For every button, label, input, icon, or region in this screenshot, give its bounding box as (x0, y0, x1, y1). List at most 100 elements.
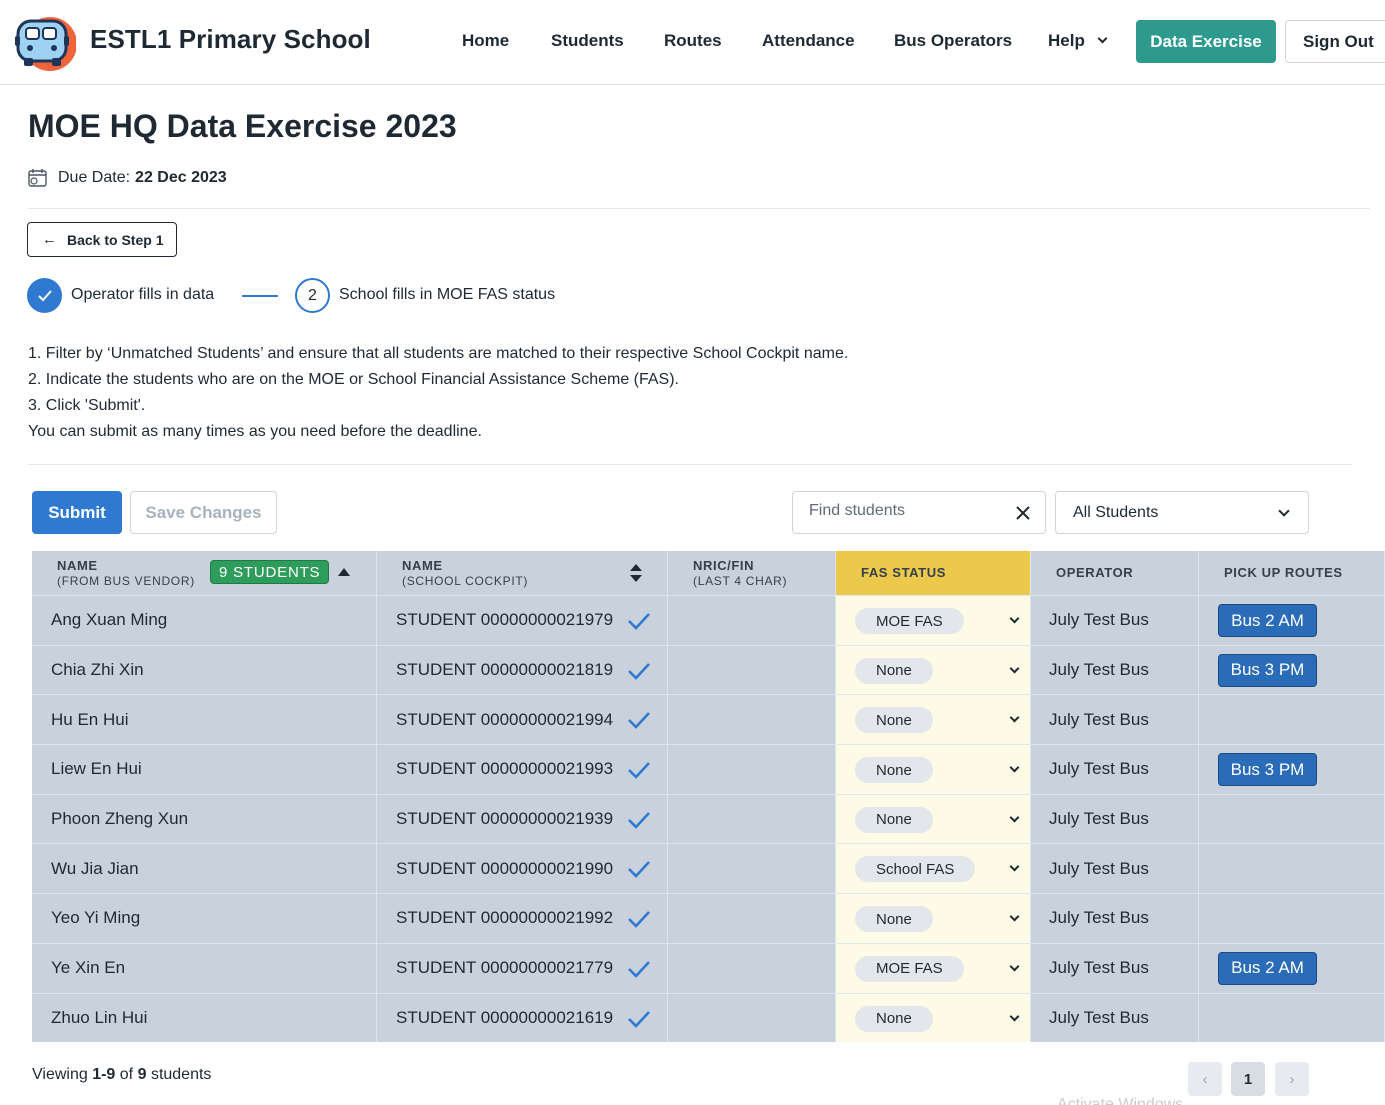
fas-status-select[interactable]: School FAS (855, 856, 976, 883)
next-page-button[interactable]: › (1275, 1062, 1309, 1096)
back-to-step-1-button[interactable]: ← Back to Step 1 (27, 222, 177, 257)
fas-status-select[interactable]: None (855, 806, 933, 833)
pickup-route-cell (1199, 844, 1385, 894)
fas-status-select[interactable]: None (855, 1005, 933, 1032)
fas-status-cell[interactable]: None (836, 695, 1031, 745)
fas-status-select[interactable]: None (855, 757, 933, 784)
students-table: NAME (FROM BUS VENDOR) 9 STUDENTS NAME (… (32, 551, 1385, 1043)
fas-status-cell[interactable]: None (836, 645, 1031, 695)
vendor-name: Ye Xin En (51, 958, 126, 978)
sort-ascending-icon[interactable] (338, 568, 350, 576)
close-icon[interactable] (1015, 505, 1031, 521)
fas-status-cell[interactable]: None (836, 745, 1031, 794)
pickup-route-cell: Bus 3 PM (1199, 745, 1385, 794)
nav-bus-operators[interactable]: Bus Operators (894, 31, 1012, 51)
fas-status-select[interactable]: None (855, 657, 933, 684)
route-button[interactable]: Bus 2 AM (1218, 951, 1317, 985)
student-filter-select[interactable]: All Students (1055, 491, 1309, 534)
fas-status-cell[interactable]: None (836, 794, 1031, 844)
vendor-name: Hu En Hui (51, 709, 129, 729)
chevron-down-icon[interactable] (1009, 861, 1020, 872)
chevron-down-icon[interactable] (1009, 961, 1020, 972)
step-2-label: School fills in MOE FAS status (339, 286, 556, 303)
col-header-cockpit-name[interactable]: NAME (SCHOOL COCKPIT) (377, 551, 668, 595)
instruction-line: 2. Indicate the students who are on the … (28, 371, 679, 388)
col-header-label: NAME (402, 558, 443, 573)
table-row: Yeo Yi Ming STUDENT 00000000021992 None Jul… (32, 893, 1385, 943)
chevron-down-icon (1097, 33, 1108, 44)
search-field (792, 491, 1046, 534)
chevron-down-icon[interactable] (1009, 762, 1020, 773)
stepper-connector (242, 295, 278, 297)
chevron-down-icon[interactable] (1009, 911, 1020, 922)
col-header-operator: OPERATOR (1031, 551, 1199, 595)
submit-button[interactable]: Submit (32, 491, 122, 534)
matched-checkmark-icon (628, 960, 650, 978)
school-bus-logo-icon[interactable] (12, 8, 76, 74)
pickup-route-cell: Bus 2 AM (1199, 943, 1385, 993)
step-1-complete-indicator (27, 278, 62, 313)
fas-status-select[interactable]: MOE FAS (855, 608, 964, 634)
vendor-name: Liew En Hui (51, 759, 142, 779)
chevron-down-icon[interactable] (1009, 663, 1020, 674)
matched-checkmark-icon (628, 613, 650, 630)
fas-status-cell[interactable]: School FAS (836, 844, 1031, 894)
filter-value: All Students (1073, 503, 1159, 521)
nav-home[interactable]: Home (462, 31, 509, 51)
sign-out-button[interactable]: Sign Out (1285, 20, 1385, 63)
search-input[interactable] (809, 502, 1009, 520)
col-header-sublabel: (FROM BUS VENDOR) (57, 574, 195, 588)
route-button[interactable]: Bus 3 PM (1218, 753, 1317, 787)
pickup-route-cell: Bus 2 AM (1199, 596, 1385, 645)
table-row: Wu Jia Jian STUDENT 00000000021990 School … (32, 843, 1385, 894)
previous-page-button[interactable]: ‹ (1188, 1062, 1222, 1096)
due-date-value: 22 Dec 2023 (135, 169, 227, 186)
fas-status-select[interactable]: None (855, 906, 933, 933)
pickup-route-cell (1199, 794, 1385, 844)
route-button[interactable]: Bus 2 AM (1218, 604, 1317, 637)
fas-status-cell[interactable]: None (836, 894, 1031, 943)
cockpit-name-cell: STUDENT 00000000021939 (377, 794, 668, 844)
vendor-name: Wu Jia Jian (51, 858, 139, 878)
operator-name: July Test Bus (1049, 1007, 1149, 1027)
chevron-down-icon[interactable] (1009, 712, 1020, 723)
col-header-label: NRIC/FIN (693, 558, 755, 573)
nric-cell (668, 745, 836, 794)
col-header-vendor-name[interactable]: NAME (FROM BUS VENDOR) 9 STUDENTS (32, 551, 377, 595)
operator-cell: July Test Bus (1031, 943, 1199, 993)
arrow-left-icon: ← (42, 231, 57, 248)
fas-status-cell[interactable]: MOE FAS (836, 943, 1031, 993)
chevron-down-icon[interactable] (1009, 613, 1020, 624)
chevron-down-icon[interactable] (1009, 1011, 1020, 1021)
nav-attendance[interactable]: Attendance (762, 31, 855, 51)
col-header-label: OPERATOR (1056, 565, 1134, 580)
vendor-name-cell: Hu En Hui (32, 695, 377, 745)
page-number-button[interactable]: 1 (1231, 1062, 1265, 1096)
nav-students[interactable]: Students (551, 31, 624, 51)
sort-icon[interactable] (629, 562, 643, 584)
vendor-name: Ang Xuan Ming (51, 610, 168, 630)
operator-cell: July Test Bus (1031, 894, 1199, 943)
fas-status-cell[interactable]: MOE FAS (836, 596, 1031, 645)
fas-status-cell[interactable]: None (836, 993, 1031, 1043)
table-row: Chia Zhi Xin STUDENT 00000000021819 None Ju… (32, 644, 1385, 695)
divider (28, 464, 1352, 465)
fas-status-select[interactable]: MOE FAS (855, 955, 964, 982)
operator-cell: July Test Bus (1031, 794, 1199, 844)
cockpit-name: STUDENT 00000000021779 (396, 958, 614, 978)
fas-status-select[interactable]: None (855, 707, 933, 734)
chevron-down-icon[interactable] (1009, 812, 1020, 823)
nric-cell (668, 794, 836, 844)
col-header-sublabel: (SCHOOL COCKPIT) (402, 574, 529, 588)
nav-help[interactable]: Help (1048, 31, 1108, 51)
cockpit-name: STUDENT 00000000021992 (396, 908, 614, 928)
route-button[interactable]: Bus 3 PM (1218, 653, 1317, 687)
data-exercise-button[interactable]: Data Exercise (1136, 20, 1276, 63)
nav-help-label: Help (1048, 31, 1085, 50)
nav-routes[interactable]: Routes (664, 31, 722, 51)
cockpit-name: STUDENT 00000000021619 (396, 1007, 614, 1027)
col-header-sublabel: (LAST 4 CHAR) (693, 574, 788, 588)
matched-checkmark-icon (628, 911, 650, 928)
save-changes-button[interactable]: Save Changes (130, 491, 277, 534)
table-body: Ang Xuan Ming STUDENT 00000000021979 MOE F… (32, 595, 1385, 1043)
